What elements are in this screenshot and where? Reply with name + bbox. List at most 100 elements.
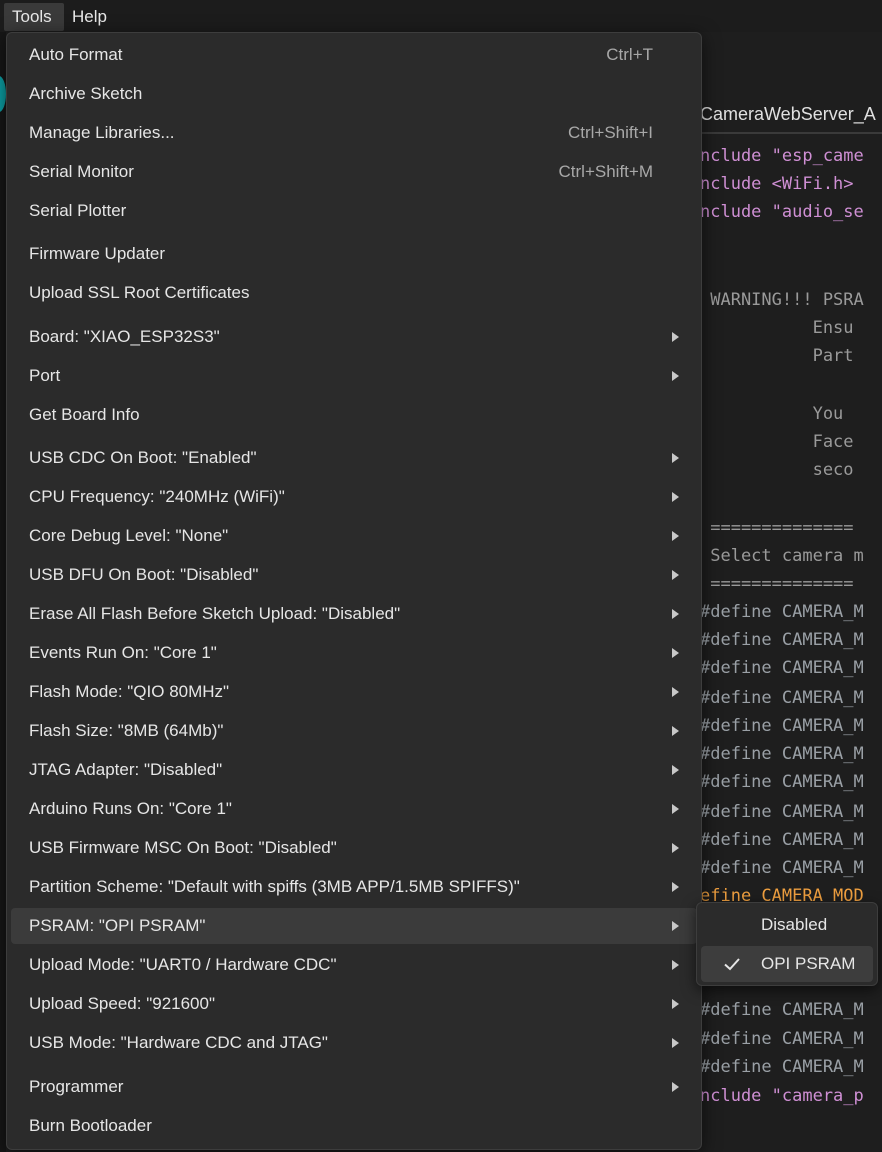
menu-item-serial-plotter[interactable]: Serial Plotter bbox=[11, 193, 697, 229]
menu-item-port[interactable]: Port bbox=[11, 358, 697, 394]
menu-item-label: Core Debug Level: "None" bbox=[29, 526, 229, 545]
menu-item-programmer[interactable]: Programmer bbox=[11, 1069, 697, 1105]
psram-option-label: OPI PSRAM bbox=[761, 954, 856, 973]
chevron-right-icon bbox=[672, 687, 679, 697]
menu-item-label: USB Firmware MSC On Boot: "Disabled" bbox=[29, 838, 337, 857]
code-line: #define CAMERA_M bbox=[700, 1057, 864, 1077]
menu-item-label: Flash Size: "8MB (64Mb)" bbox=[29, 721, 224, 740]
psram-option-opi-psram[interactable]: OPI PSRAM bbox=[701, 946, 873, 982]
menu-item-label: Serial Monitor bbox=[29, 162, 134, 181]
checkmark-icon bbox=[724, 958, 740, 971]
chevron-right-icon bbox=[672, 999, 679, 1009]
menu-item-board[interactable]: Board: "XIAO_ESP32S3" bbox=[11, 319, 697, 355]
code-line: #define CAMERA_M bbox=[700, 658, 864, 678]
chevron-right-icon bbox=[672, 726, 679, 736]
menu-item-usb-cdc-on-boot[interactable]: USB CDC On Boot: "Enabled" bbox=[11, 440, 697, 476]
menu-item-label: USB DFU On Boot: "Disabled" bbox=[29, 565, 259, 584]
menu-item-erase-all-flash[interactable]: Erase All Flash Before Sketch Upload: "D… bbox=[11, 596, 697, 632]
code-line: nclude <WiFi.h> bbox=[700, 174, 854, 194]
code-line: You bbox=[700, 404, 854, 424]
chevron-right-icon bbox=[672, 882, 679, 892]
menu-item-label: Manage Libraries... bbox=[29, 123, 175, 142]
editor-tab-title[interactable]: CameraWebServer_A bbox=[700, 104, 876, 125]
menu-item-psram[interactable]: PSRAM: "OPI PSRAM" bbox=[11, 908, 697, 944]
code-line: #define CAMERA_M bbox=[700, 630, 864, 650]
menu-item-manage-libraries[interactable]: Manage Libraries... Ctrl+Shift+I bbox=[11, 115, 697, 151]
menu-bar: Tools Help bbox=[0, 0, 882, 32]
psram-option-disabled[interactable]: Disabled bbox=[701, 907, 873, 943]
menu-item-label: Get Board Info bbox=[29, 405, 140, 424]
code-line: Ensu bbox=[700, 318, 854, 338]
menu-item-burn-bootloader[interactable]: Burn Bootloader bbox=[11, 1108, 697, 1144]
menu-item-label: Upload Mode: "UART0 / Hardware CDC" bbox=[29, 955, 337, 974]
code-line: Face bbox=[700, 432, 854, 452]
menu-item-jtag-adapter[interactable]: JTAG Adapter: "Disabled" bbox=[11, 752, 697, 788]
menu-item-label: JTAG Adapter: "Disabled" bbox=[29, 760, 223, 779]
chevron-right-icon bbox=[672, 332, 679, 342]
chevron-right-icon bbox=[672, 921, 679, 931]
chevron-right-icon bbox=[672, 1038, 679, 1048]
menu-item-label: PSRAM: "OPI PSRAM" bbox=[29, 916, 206, 935]
code-line: #define CAMERA_M bbox=[700, 1000, 864, 1020]
chevron-right-icon bbox=[672, 453, 679, 463]
psram-option-label: Disabled bbox=[761, 915, 828, 934]
menu-item-label: Archive Sketch bbox=[29, 84, 143, 103]
code-line: WARNING!!! PSRA bbox=[700, 290, 864, 310]
menu-item-label: Partition Scheme: "Default with spiffs (… bbox=[29, 877, 520, 896]
menu-item-label: Burn Bootloader bbox=[29, 1116, 152, 1135]
menu-item-label: Board: "XIAO_ESP32S3" bbox=[29, 327, 220, 346]
menu-item-flash-size[interactable]: Flash Size: "8MB (64Mb)" bbox=[11, 713, 697, 749]
code-line: #define CAMERA_M bbox=[700, 744, 864, 764]
menu-item-usb-firmware-msc[interactable]: USB Firmware MSC On Boot: "Disabled" bbox=[11, 830, 697, 866]
menu-item-flash-mode[interactable]: Flash Mode: "QIO 80MHz" bbox=[11, 674, 697, 710]
menu-item-label: CPU Frequency: "240MHz (WiFi)" bbox=[29, 487, 285, 506]
menu-item-label: USB CDC On Boot: "Enabled" bbox=[29, 448, 257, 467]
menu-item-partition-scheme[interactable]: Partition Scheme: "Default with spiffs (… bbox=[11, 869, 697, 905]
menu-item-label: Flash Mode: "QIO 80MHz" bbox=[29, 682, 230, 701]
psram-submenu: Disabled OPI PSRAM bbox=[696, 902, 878, 986]
menu-item-label: Auto Format bbox=[29, 45, 123, 64]
code-line: nclude "esp_came bbox=[700, 146, 864, 166]
chevron-right-icon bbox=[672, 765, 679, 775]
code-line: ============== bbox=[700, 518, 854, 538]
chevron-right-icon bbox=[672, 804, 679, 814]
code-line: nclude "camera_p bbox=[700, 1086, 864, 1106]
code-line: #define CAMERA_M bbox=[700, 1029, 864, 1049]
menu-item-usb-mode[interactable]: USB Mode: "Hardware CDC and JTAG" bbox=[11, 1025, 697, 1061]
menu-item-get-board-info[interactable]: Get Board Info bbox=[11, 397, 697, 433]
code-line: Select camera m bbox=[700, 546, 864, 566]
menu-item-label: USB Mode: "Hardware CDC and JTAG" bbox=[29, 1033, 328, 1052]
code-line: #define CAMERA_M bbox=[700, 802, 864, 822]
menu-item-label: Serial Plotter bbox=[29, 201, 127, 220]
menu-item-events-run-on[interactable]: Events Run On: "Core 1" bbox=[11, 635, 697, 671]
menu-item-label: Firmware Updater bbox=[29, 244, 166, 263]
menu-item-firmware-updater[interactable]: Firmware Updater bbox=[11, 236, 697, 272]
code-line: #define CAMERA_M bbox=[700, 772, 864, 792]
menu-item-cpu-frequency[interactable]: CPU Frequency: "240MHz (WiFi)" bbox=[11, 479, 697, 515]
menu-item-upload-mode[interactable]: Upload Mode: "UART0 / Hardware CDC" bbox=[11, 947, 697, 983]
menu-item-auto-format[interactable]: Auto Format Ctrl+T bbox=[11, 37, 697, 73]
code-line: #define CAMERA_M bbox=[700, 830, 864, 850]
menu-item-usb-dfu-on-boot[interactable]: USB DFU On Boot: "Disabled" bbox=[11, 557, 697, 593]
chevron-right-icon bbox=[672, 960, 679, 970]
menu-item-arduino-runs-on[interactable]: Arduino Runs On: "Core 1" bbox=[11, 791, 697, 827]
code-line: seco bbox=[700, 460, 854, 480]
menu-item-shortcut: Ctrl+T bbox=[606, 45, 653, 64]
menu-item-label: Erase All Flash Before Sketch Upload: "D… bbox=[29, 604, 401, 623]
menu-tools[interactable]: Tools bbox=[4, 3, 64, 31]
menu-item-shortcut: Ctrl+Shift+I bbox=[567, 123, 653, 142]
menu-item-upload-ssl[interactable]: Upload SSL Root Certificates bbox=[11, 275, 697, 311]
menu-item-archive-sketch[interactable]: Archive Sketch bbox=[11, 76, 697, 112]
menu-item-core-debug-level[interactable]: Core Debug Level: "None" bbox=[11, 518, 697, 554]
menu-item-label: Programmer bbox=[29, 1077, 124, 1096]
menu-help[interactable]: Help bbox=[64, 3, 115, 31]
menu-item-label: Events Run On: "Core 1" bbox=[29, 643, 217, 662]
code-line: #define CAMERA_M bbox=[700, 602, 864, 622]
code-line: ============== bbox=[700, 574, 854, 594]
menu-item-label: Arduino Runs On: "Core 1" bbox=[29, 799, 232, 818]
chevron-right-icon bbox=[672, 531, 679, 541]
menu-item-label: Upload Speed: "921600" bbox=[29, 994, 215, 1013]
menu-item-upload-speed[interactable]: Upload Speed: "921600" bbox=[11, 986, 697, 1022]
menu-item-serial-monitor[interactable]: Serial Monitor Ctrl+Shift+M bbox=[11, 154, 697, 190]
tools-dropdown-menu: Auto Format Ctrl+T Archive Sketch Manage… bbox=[6, 32, 702, 1150]
